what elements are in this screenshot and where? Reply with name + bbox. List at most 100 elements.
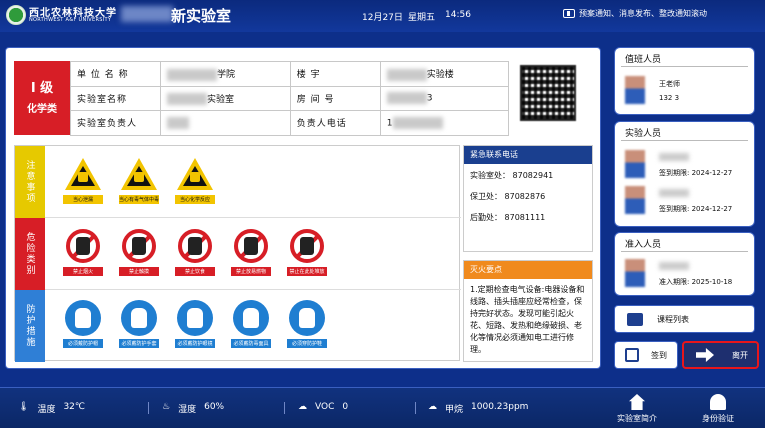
blurred-title-part <box>121 6 173 22</box>
schedule-button[interactable]: 课程列表 <box>614 305 755 333</box>
sign-caption: 禁止放易燃物 <box>231 267 271 276</box>
blurred-value <box>167 68 217 81</box>
identity-button[interactable]: 身份验证 <box>679 391 757 428</box>
duty-phone-text: 132 3 <box>659 94 680 102</box>
blurred-value <box>386 92 427 105</box>
building-label: 楼 宇 <box>289 61 381 87</box>
sign-caption: 必须戴防毒面具 <box>231 339 271 348</box>
home-icon <box>629 394 645 410</box>
avatar <box>625 150 645 178</box>
page-title: 新实验室 <box>171 7 232 25</box>
warning-triangle-icon <box>65 156 101 192</box>
temperature-value: 32℃ <box>63 402 86 412</box>
date-text: 12月27日 <box>362 13 403 23</box>
duty-name: 王老师 <box>659 80 680 88</box>
sign-caption: 必须戴防护帽 <box>63 339 103 348</box>
thermometer-icon: 🌡 <box>18 402 30 412</box>
category-text: 化学类 <box>27 104 57 115</box>
schedule-label: 课程列表 <box>657 314 689 324</box>
prohibit-sign-stack: 禁止在此处堆放 <box>287 228 327 280</box>
speaker-icon <box>563 9 575 18</box>
university-name-en: NORTHWEST A&F UNIVERSITY <box>29 17 112 23</box>
goggles-icon <box>177 300 213 336</box>
cloud-icon: ☁ <box>428 402 437 412</box>
sign-caption: 禁止触摸 <box>119 267 159 276</box>
emergency-item: 实验室处： 87082941 <box>470 171 554 180</box>
blurred-value <box>167 93 207 106</box>
no-flammable-icon <box>233 228 269 264</box>
owner-phone-value: 1 <box>379 110 510 136</box>
mandatory-sign-gasmask: 必须戴防毒面具 <box>231 300 271 352</box>
sign-caption: 当心有毒气体中毒 <box>119 195 160 204</box>
lab-owner-value <box>160 110 291 136</box>
weekday-text: 星期五 <box>408 13 436 23</box>
emergency-title: 紧急联系电话 <box>464 146 592 164</box>
lab-owner-label: 实验室负责人 <box>70 110 161 136</box>
blurred-value <box>392 116 443 129</box>
shoe-icon <box>289 300 325 336</box>
blurred-value <box>167 116 189 129</box>
owner-phone-label: 负责人电话 <box>289 110 381 136</box>
leave-button[interactable]: 离开 <box>682 341 759 369</box>
book-icon <box>627 312 643 326</box>
mandatory-sign-gloves: 必须戴防护手套 <box>119 300 159 352</box>
warning-sign-toxic-gas: 当心有毒气体中毒 <box>119 156 159 208</box>
leave-label: 离开 <box>732 350 748 360</box>
time-text: 14:56 <box>445 10 471 20</box>
warning-triangle-icon <box>121 156 157 192</box>
warning-sign-chemical: 当心化学反应 <box>175 156 215 208</box>
staff-expiry: 签到期限: 2024-12-27 <box>659 169 733 177</box>
fire-title: 灭火要点 <box>464 261 592 279</box>
prohibit-sign-flammable: 禁止放易燃物 <box>231 228 271 280</box>
lab-intro-button[interactable]: 实验室简介 <box>598 391 676 428</box>
staff-person: 签到期限: 2024-12-27 <box>625 186 751 216</box>
staff-name <box>659 189 689 197</box>
humidity-label: 湿度 <box>178 405 197 415</box>
university-logo <box>6 5 26 25</box>
mandatory-sign-goggles: 必须戴防护眼镜 <box>175 300 215 352</box>
gas-mask-icon <box>233 300 269 336</box>
voc-stat: ☁ VOC 0 <box>298 402 348 412</box>
qr-code[interactable] <box>520 65 576 121</box>
emergency-contacts: 紧急联系电话 实验室处： 87082941 保卫处： 87082876 后勤处：… <box>463 145 593 252</box>
duty-person: 王老师 132 3 <box>625 76 751 106</box>
fire-tips: 灭火要点 1.定期检查电气设备:电器设备和线路、插头插座应经常检查，保持完好状态… <box>463 260 593 362</box>
sign-caption: 必须穿防护鞋 <box>287 339 327 348</box>
protect-row-label: 防护措施 <box>15 290 45 362</box>
no-food-icon <box>177 228 213 264</box>
notice-ticker[interactable]: 预案通知、消息发布、整改通知滚动 <box>563 8 707 19</box>
prohibit-sign-fire: 禁止烟火 <box>63 228 103 280</box>
methane-label: 甲烷 <box>445 405 464 415</box>
avatar <box>625 186 645 214</box>
notice-row-label: 注意事项 <box>15 146 45 218</box>
voc-label: VOC <box>315 402 335 412</box>
signin-label: 签到 <box>651 350 667 360</box>
notice-row: 注意事项 当心泄漏 当心有毒气体中毒 当心化学反应 <box>15 146 461 218</box>
sign-caption: 禁止烟火 <box>63 267 103 276</box>
level-text: I 级 <box>30 81 54 96</box>
danger-row-label: 危险类别 <box>15 218 45 290</box>
no-fire-icon <box>65 228 101 264</box>
lab-name-text: 实验室 <box>207 94 235 105</box>
sign-caption: 当心化学反应 <box>175 195 215 204</box>
signin-button[interactable]: 签到 <box>614 341 678 369</box>
staff-expiry: 签到期限: 2024-12-27 <box>659 205 733 213</box>
prohibit-sign-touch: 禁止触摸 <box>119 228 159 280</box>
room-label: 房 间 号 <box>289 85 381 112</box>
lab-level-badge: I 级 化学类 <box>14 61 70 135</box>
room-text: 3 <box>426 93 433 104</box>
warning-triangle-icon <box>177 156 213 192</box>
protect-row: 防护措施 必须戴防护帽 必须戴防护手套 必须戴防护眼镜 必须戴防毒面具 必须穿防… <box>15 290 461 362</box>
table-row: 实验室负责人 负责人电话 1 <box>70 110 510 136</box>
prohibit-sign-food: 禁止饮食 <box>175 228 215 280</box>
mandatory-sign-hat: 必须戴防护帽 <box>63 300 103 352</box>
building-value: 实验楼 <box>379 61 510 87</box>
methane-stat: ☁ 甲烷 1000.23ppm <box>428 402 528 415</box>
lab-info-table: 单 位 名 称 学院 楼 宇 实验楼 实验室名称 实验室 房 间 号 3 实验室… <box>70 61 510 136</box>
identity-label: 身份验证 <box>702 414 734 423</box>
lab-info-card: I 级 化学类 单 位 名 称 学院 楼 宇 实验楼 实验室名称 实验室 房 间… <box>5 47 601 369</box>
sign-caption: 禁止在此处堆放 <box>287 267 327 276</box>
temperature-stat: 🌡 温度 32℃ <box>18 402 85 415</box>
building-text: 实验楼 <box>426 70 454 81</box>
temperature-label: 温度 <box>37 405 56 415</box>
